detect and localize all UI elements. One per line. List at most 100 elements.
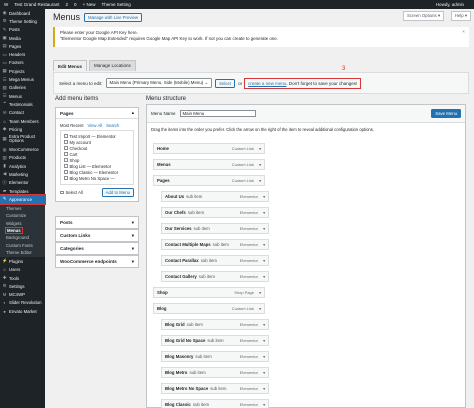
menu-item-blog-classic[interactable]: Blog Classic sub item Elementor ▾ [161,399,269,408]
tab-view-all[interactable]: View All [88,123,103,128]
sidebar-item-team-members[interactable]: ☺ Team Members [0,117,45,125]
menu-name-input[interactable]: Main Menu [179,110,256,117]
tab-edit-menus[interactable]: Edit Menus [53,60,88,71]
sidebar-item-elementor[interactable]: ⓔ Elementor [0,179,45,187]
menu-item-pages[interactable]: Pages Custom Link ▾ [153,175,265,186]
tab-manage-locations[interactable]: Manage Locations [89,60,136,71]
expand-arrow-icon[interactable]: ▾ [263,211,265,215]
expand-arrow-icon[interactable]: ▾ [259,163,261,167]
accordion-woocommerce-endpoints[interactable]: WooCommerce endpoints ▾ [55,255,139,268]
sidebar-item-settings[interactable]: ⚙ Settings [0,282,45,290]
expand-arrow-icon[interactable]: ▾ [263,387,265,391]
menu-item-shop[interactable]: Shop Shop Page ▾ [153,287,265,298]
sidebar-item-extra-product-options[interactable]: ▦ Extra Product Options [0,133,45,145]
expand-arrow-icon[interactable]: ▾ [263,371,265,375]
manage-live-preview-button[interactable]: Manage with Live Preview [84,12,142,22]
sidebar-item-pricing[interactable]: ◆ Pricing [0,125,45,133]
select-all-checkbox[interactable]: Select All [60,190,83,196]
new-content-link[interactable]: + New [83,2,96,7]
expand-arrow-icon[interactable]: ▾ [263,243,265,247]
howdy-user-menu[interactable]: Howdy, admin [436,2,464,7]
menu-item-contact-multiple-maps[interactable]: Contact Multiple Maps sub item Elementor ▾ [161,239,269,250]
sidebar-item-footers[interactable]: ▭ Footers [0,59,45,67]
sidebar-item-plugins[interactable]: ⚡ Plugins [0,257,45,265]
help-button[interactable]: Help ▾ [450,11,471,21]
sidebar-item-pages[interactable]: ▤ Pages [0,42,45,50]
sidebar-item-tools[interactable]: ✚ Tools [0,274,45,282]
submenu-widgets[interactable]: Widgets [0,219,45,226]
expand-arrow-icon[interactable]: ▾ [263,227,265,231]
expand-arrow-icon[interactable]: ▾ [259,147,261,151]
sidebar-item-galleries[interactable]: ▧ Galleries [0,84,45,92]
sidebar-item-posts[interactable]: ✎ Posts [0,26,45,34]
sidebar-item-dashboard[interactable]: ◉ Dashboard [0,9,45,17]
pages-panel-header[interactable]: Pages ▴ [56,108,138,119]
create-new-menu-link[interactable]: create a new menu [248,81,286,86]
accordion-custom-links[interactable]: Custom Links ▾ [55,229,139,242]
sidebar-item-projects[interactable]: ▦ Projects [0,67,45,75]
sidebar-item-testimonials[interactable]: ❝ Testimonials [0,100,45,108]
sidebar-item-mc4wp[interactable]: M MC4WP [0,290,45,298]
accordion-categories[interactable]: Categories ▾ [55,242,139,255]
sidebar-item-envato-market[interactable]: ● Envato Market [0,307,45,315]
menu-item-contact-parallax[interactable]: Contact Parallax sub item Elementor ▾ [161,255,269,266]
menu-item-blog[interactable]: Blog Custom Link ▾ [153,303,265,314]
menu-item-contact-gallery[interactable]: Contact Gallery sub item Elementor ▾ [161,271,269,282]
comments-count[interactable]: 0 [74,2,77,7]
expand-arrow-icon[interactable]: ▾ [263,195,265,199]
sidebar-item-users[interactable]: ☺ Users [0,266,45,274]
submenu-customize[interactable]: Customize [0,212,45,219]
submenu-background[interactable]: Background [0,234,45,241]
accordion-posts[interactable]: Posts ▾ [55,216,139,229]
screen-options-button[interactable]: Screen Options ▾ [403,11,444,21]
wordpress-logo-icon[interactable]: W [4,2,8,7]
expand-arrow-icon[interactable]: ▾ [259,291,261,295]
sidebar-item-analytics[interactable]: ▮ Analytics [0,162,45,170]
sidebar-item-contact[interactable]: ✉ Contact [0,109,45,117]
sidebar-item-appearance[interactable]: ✎ Appearance [0,194,46,205]
sidebar-item-menus[interactable]: ☰ Menus [0,92,45,100]
expand-arrow-icon[interactable]: ▾ [263,403,265,407]
sidebar-item-headers[interactable]: ▭ Headers [0,50,45,58]
expand-arrow-icon[interactable]: ▾ [259,307,261,311]
page-checkbox-item[interactable]: Blog Metro No Space — [64,175,130,181]
sidebar-item-templates[interactable]: ▰ Templates [0,187,45,195]
menu-item-blog-grid[interactable]: Blog Grid sub item Elementor ▾ [161,319,269,330]
add-to-menu-button[interactable]: Add to Menu [101,188,134,197]
expand-arrow-icon[interactable]: ▾ [263,355,265,359]
menu-item-about-us[interactable]: About Us sub item Elementor ▾ [161,191,269,202]
dismiss-icon[interactable]: × [462,29,465,35]
sidebar-item-media[interactable]: ▣ Media [0,34,45,42]
expand-arrow-icon[interactable]: ▾ [263,259,265,263]
menu-item-our-chefs[interactable]: Our Chefs sub item Elementor ▾ [161,207,269,218]
menu-item-blog-masonry[interactable]: Blog Masonry sub item Elementor ▾ [161,351,269,362]
tab-most-recent[interactable]: Most Recent [60,123,84,128]
submenu-custom-fonts[interactable]: Custom Fonts [0,241,45,248]
save-menu-button[interactable]: Save Menu [431,109,461,118]
menu-item-blog-metro[interactable]: Blog Metro sub item Elementor ▾ [161,367,269,378]
expand-arrow-icon[interactable]: ▾ [263,323,265,327]
expand-arrow-icon[interactable]: ▾ [263,275,265,279]
updates-count[interactable]: 2 [66,2,69,7]
tab-search[interactable]: Search [106,123,119,128]
site-name-link[interactable]: Test Grand Restaurant [14,2,59,7]
sidebar-item-products[interactable]: ▥ Products [0,154,45,162]
menu-item-blog-metro-no-space[interactable]: Blog Metro No Space sub item Elementor ▾ [161,383,269,394]
submenu-themes[interactable]: Themes [0,205,45,212]
sidebar-item-woocommerce[interactable]: ◍ WooCommerce [0,145,45,153]
sidebar-item-mega-menus[interactable]: ☰ Mega Menus [0,75,45,83]
select-button[interactable]: Select [215,78,236,88]
menu-item-home[interactable]: Home Custom Link ▾ [153,143,265,154]
theme-setting-link[interactable]: Theme Setting [101,2,130,7]
sidebar-item-theme-setting[interactable]: ⚙ Theme Setting [0,17,45,25]
expand-arrow-icon[interactable]: ▾ [263,339,265,343]
submenu-theme-editor[interactable]: Theme Editor [0,249,45,256]
sidebar-item-marketing[interactable]: ◀ Marketing [0,170,45,178]
sidebar-item-slider-revolution[interactable]: ◐ Slider Revolution [0,299,45,307]
menu-select-dropdown[interactable]: Main Menu (Primary Menu, Side (Mobile) M… [105,78,213,88]
submenu-menus[interactable]: Menus [0,226,45,234]
menu-item-blog-grid-no-space[interactable]: Blog Grid No Space sub item Elementor ▾ [161,335,269,346]
menu-item-our-services[interactable]: Our Services sub item Elementor ▾ [161,223,269,234]
menu-item-menus[interactable]: Menus Custom Link ▾ [153,159,265,170]
expand-arrow-icon[interactable]: ▾ [259,179,261,183]
